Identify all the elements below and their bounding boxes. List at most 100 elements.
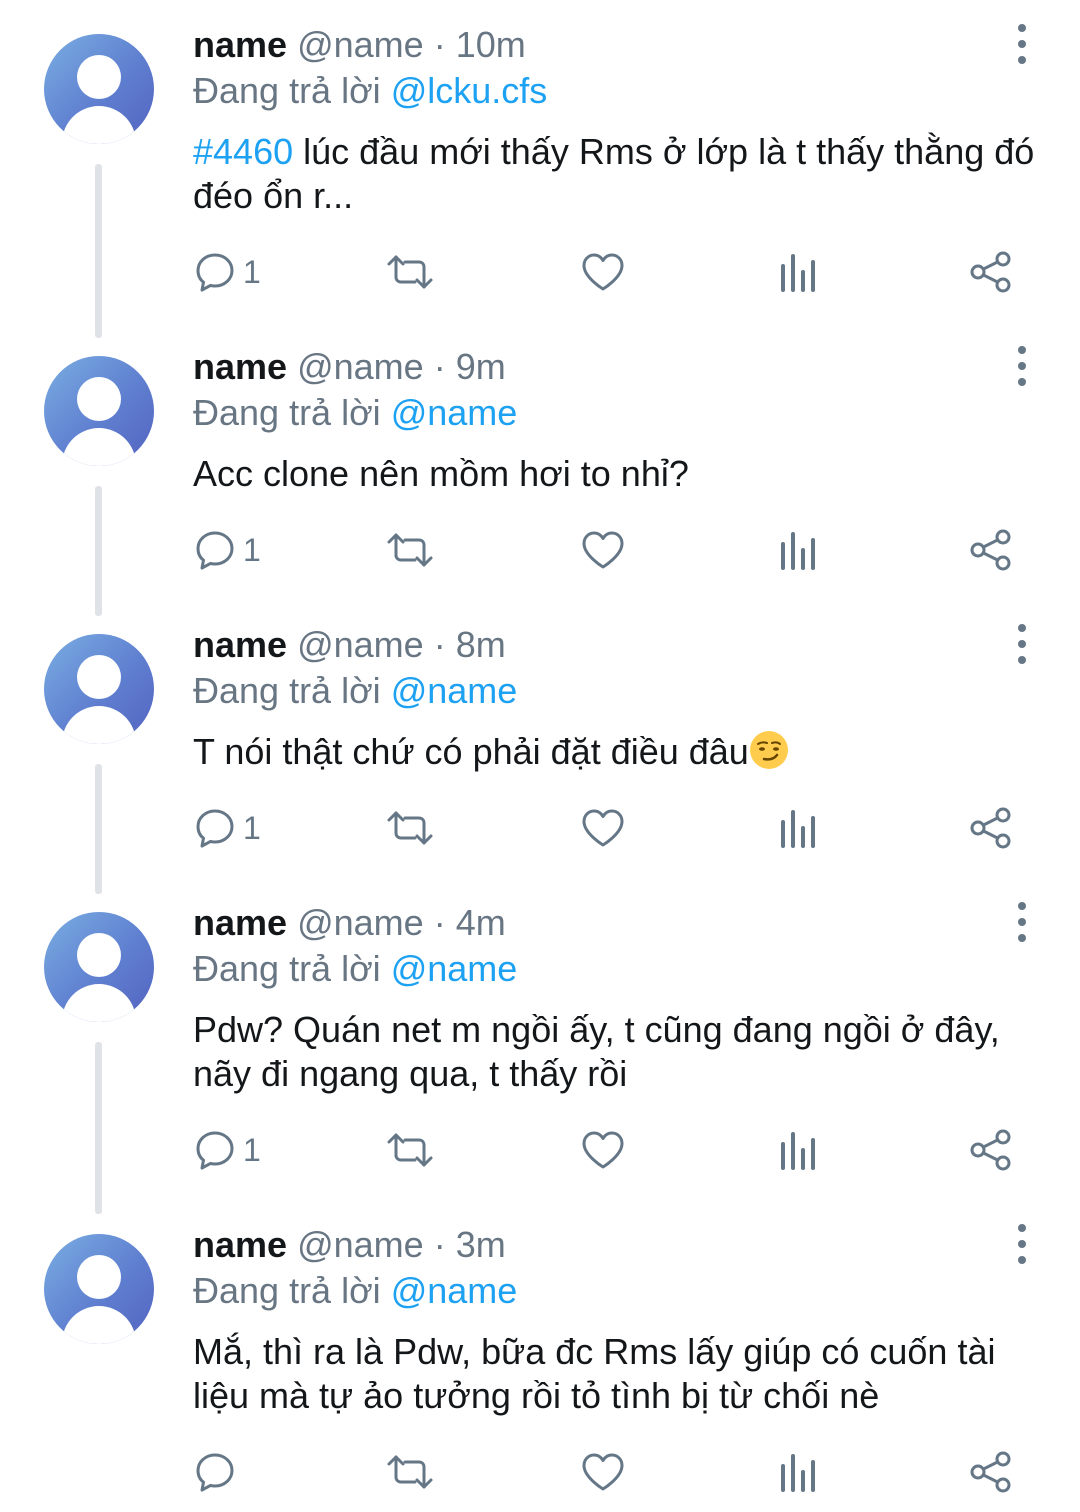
timestamp[interactable]: 4m [456, 902, 506, 943]
replying-to: Đang trả lời @name [193, 1270, 517, 1312]
reply-button[interactable]: 1 [193, 798, 261, 858]
tweet-header: name @name · 4m [193, 902, 506, 944]
replying-to-link[interactable]: @name [391, 948, 518, 989]
replying-to-link[interactable]: @name [391, 392, 518, 433]
reply-icon [196, 1131, 234, 1170]
replying-to-link[interactable]: @name [391, 1270, 518, 1311]
display-name[interactable]: name [193, 346, 287, 387]
share-button[interactable] [968, 242, 1014, 302]
display-name[interactable]: name [193, 1224, 287, 1265]
more-icon[interactable] [1007, 624, 1037, 664]
display-name[interactable]: name [193, 24, 287, 65]
reply-count: 1 [243, 253, 261, 290]
avatar[interactable] [44, 356, 154, 466]
retweet-icon [387, 1133, 433, 1167]
avatar[interactable] [44, 912, 154, 1022]
analytics-button[interactable] [778, 520, 818, 580]
avatar[interactable] [44, 34, 154, 144]
like-icon [582, 809, 624, 847]
tweet-header: name @name · 10m [193, 24, 526, 66]
more-icon[interactable] [1007, 346, 1037, 386]
separator: · [433, 1224, 446, 1265]
like-button[interactable] [580, 520, 626, 580]
retweet-button[interactable] [385, 1442, 435, 1502]
like-icon [582, 531, 624, 569]
tweet-actions [0, 1442, 1080, 1502]
share-icon [970, 807, 1011, 849]
tweet[interactable]: name @name · 9m Đang trả lời @name Acc c… [0, 322, 1080, 616]
like-button[interactable] [580, 242, 626, 302]
hashtag-link[interactable]: #4460 [193, 131, 293, 172]
like-icon [582, 1453, 624, 1491]
avatar[interactable] [44, 1234, 154, 1344]
replying-to-link[interactable]: @name [391, 670, 518, 711]
tweet-body: Pdw? Quán net m ngồi ấy, t cũng đang ngồ… [193, 1009, 1000, 1094]
replying-to-label: Đang trả lời [193, 948, 381, 989]
replying-to-label: Đang trả lời [193, 392, 381, 433]
analytics-button[interactable] [778, 1442, 818, 1502]
replying-to-label: Đang trả lời [193, 670, 381, 711]
retweet-icon [387, 811, 433, 845]
share-icon [970, 251, 1011, 293]
reply-button[interactable]: 1 [193, 1120, 261, 1180]
tweet[interactable]: name @name · 3m Đang trả lời @name Mắ, t… [0, 1200, 1080, 1512]
tweet-body: T nói thật chứ có phải đặt điều đâu [193, 731, 749, 772]
reply-count: 1 [243, 809, 261, 846]
tweet-actions: 1 [0, 242, 1080, 302]
retweet-button[interactable] [385, 1120, 435, 1180]
analytics-button[interactable] [778, 242, 818, 302]
retweet-button[interactable] [385, 520, 435, 580]
share-button[interactable] [968, 520, 1014, 580]
analytics-icon [781, 1132, 815, 1170]
tweet[interactable]: name @name · 8m Đang trả lời @name T nói… [0, 600, 1080, 894]
display-name[interactable]: name [193, 624, 287, 665]
tweet-text: Mắ, thì ra là Pdw, bữa đc Rms lấy giúp c… [193, 1330, 1043, 1418]
like-button[interactable] [580, 1120, 626, 1180]
share-icon [970, 1129, 1011, 1171]
analytics-icon [781, 254, 815, 292]
tweet[interactable]: name @name · 4m Đang trả lời @name Pdw? … [0, 878, 1080, 1214]
replying-to: Đang trả lời @name [193, 670, 517, 712]
retweet-button[interactable] [385, 798, 435, 858]
reply-button[interactable] [193, 1442, 243, 1502]
retweet-button[interactable] [385, 242, 435, 302]
display-name[interactable]: name [193, 902, 287, 943]
replying-to: Đang trả lời @lcku.cfs [193, 70, 547, 112]
analytics-button[interactable] [778, 1120, 818, 1180]
tweet-actions: 1 [0, 798, 1080, 858]
reply-icon [196, 253, 234, 292]
more-icon[interactable] [1007, 24, 1037, 64]
reply-button[interactable]: 1 [193, 520, 261, 580]
tweet-header: name @name · 8m [193, 624, 506, 666]
user-handle[interactable]: @name [297, 624, 424, 665]
analytics-icon [781, 810, 815, 848]
reply-button[interactable]: 1 [193, 242, 261, 302]
reply-icon [196, 809, 234, 848]
more-icon[interactable] [1007, 1224, 1037, 1264]
share-icon [970, 529, 1011, 571]
timestamp[interactable]: 8m [456, 624, 506, 665]
tweet[interactable]: name @name · 10m Đang trả lời @lcku.cfs … [0, 0, 1080, 338]
timestamp[interactable]: 9m [456, 346, 506, 387]
avatar[interactable] [44, 634, 154, 744]
timestamp[interactable]: 3m [456, 1224, 506, 1265]
share-button[interactable] [968, 798, 1014, 858]
user-handle[interactable]: @name [297, 24, 424, 65]
timestamp[interactable]: 10m [456, 24, 526, 65]
tweet-body: Acc clone nên mồm hơi to nhỉ? [193, 453, 689, 494]
retweet-icon [387, 1455, 433, 1489]
user-handle[interactable]: @name [297, 1224, 424, 1265]
share-button[interactable] [968, 1442, 1014, 1502]
like-icon [582, 253, 624, 291]
replying-to-link[interactable]: @lcku.cfs [391, 70, 548, 111]
like-button[interactable] [580, 1442, 626, 1502]
analytics-button[interactable] [778, 798, 818, 858]
retweet-icon [387, 533, 433, 567]
share-button[interactable] [968, 1120, 1014, 1180]
more-icon[interactable] [1007, 902, 1037, 942]
smirking-face-emoji [749, 731, 788, 769]
user-handle[interactable]: @name [297, 902, 424, 943]
user-handle[interactable]: @name [297, 346, 424, 387]
like-button[interactable] [580, 798, 626, 858]
reply-count: 1 [243, 1131, 261, 1168]
